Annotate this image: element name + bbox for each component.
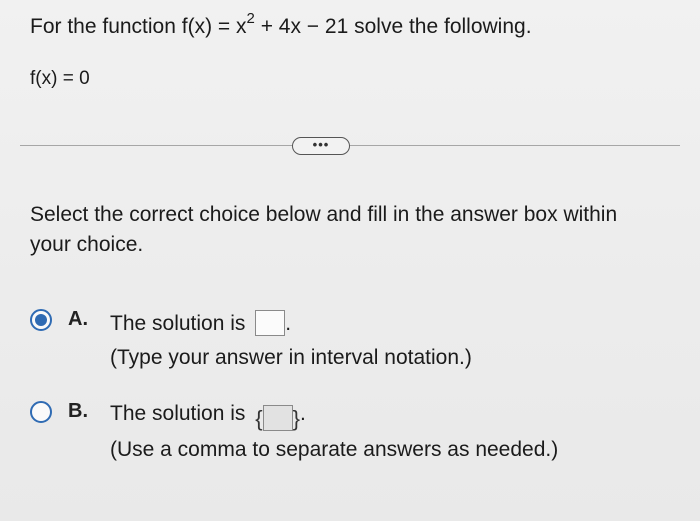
question-prefix: For the function f(x) = x [30, 15, 247, 38]
section-divider [20, 145, 680, 146]
choice-a-line: The solution is . [110, 310, 291, 336]
choice-b-brace-open: { [255, 406, 263, 431]
question-suffix: + 4x − 21 solve the following. [254, 15, 532, 38]
choice-b-radio[interactable] [30, 401, 52, 423]
choice-a-text: The solution is [110, 312, 246, 335]
choice-b-hint: (Use a comma to separate answers as need… [110, 438, 559, 461]
question-exponent: 2 [246, 10, 255, 27]
equation-text: f(x) = 0 [30, 68, 90, 89]
choice-b-answer-box[interactable] [262, 405, 293, 431]
instructions-text: Select the correct choice below and fill… [30, 203, 618, 256]
choice-a-period: . [285, 312, 292, 335]
choice-b-text: The solution is [110, 402, 246, 425]
question-text: For the function f(x) = x2 + 4x − 21 sol… [30, 10, 532, 39]
choice-b-letter: B. [68, 400, 88, 422]
more-options-button[interactable]: ••• [292, 137, 350, 155]
choice-b-period: . [299, 402, 306, 425]
choice-a-radio[interactable] [30, 309, 52, 331]
question-page: For the function f(x) = x2 + 4x − 21 sol… [0, 0, 700, 521]
choice-b-set-answer: {} [255, 405, 300, 432]
choice-b-brace-close: } [292, 406, 300, 431]
choice-a-hint: (Type your answer in interval notation.) [110, 346, 472, 369]
choice-a-letter: A. [68, 308, 88, 330]
choice-a-answer-box[interactable] [255, 310, 286, 336]
choice-b-line: The solution is {}. [110, 402, 306, 432]
